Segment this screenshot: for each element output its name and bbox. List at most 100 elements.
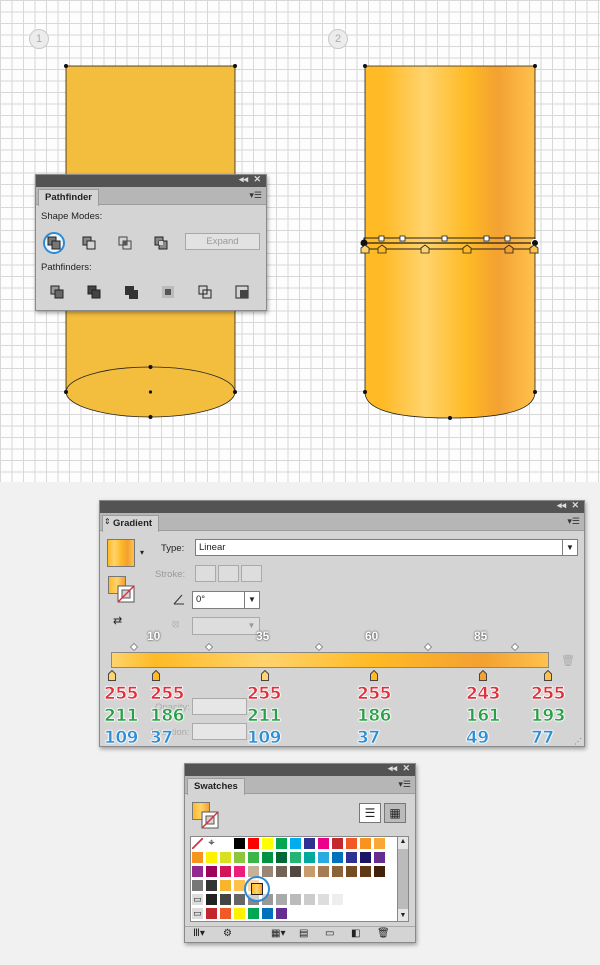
swatch-cell[interactable] (205, 865, 218, 878)
expand-button[interactable]: Expand (185, 233, 260, 250)
show-kinds-icon[interactable]: ⚙ (223, 928, 232, 939)
swatch-cell[interactable] (331, 851, 344, 864)
midpoint-diamond[interactable] (423, 642, 433, 652)
exclude-icon[interactable] (152, 234, 170, 252)
grid-view-icon[interactable]: ▦ (384, 803, 406, 823)
chevron-down-icon[interactable]: ▼ (244, 592, 259, 608)
swatch-cell[interactable] (247, 837, 260, 850)
swatches-titlebar[interactable]: ◂◂ ✕ (185, 763, 415, 776)
swatch-cell[interactable] (289, 851, 302, 864)
swatch-cell[interactable] (317, 837, 330, 850)
swatch-cell[interactable] (275, 851, 288, 864)
swatch-cell[interactable] (345, 837, 358, 850)
swatch-cell[interactable] (205, 851, 218, 864)
location-input[interactable] (192, 723, 247, 740)
gradient-slider-bar[interactable] (111, 652, 549, 668)
type-select[interactable]: Linear ▼ (195, 539, 578, 556)
crop-icon[interactable] (159, 283, 177, 301)
list-view-icon[interactable]: ☰ (359, 803, 381, 823)
gradient-titlebar[interactable]: ◂◂ ✕ (100, 500, 584, 513)
trim-icon[interactable] (85, 283, 103, 301)
gradient-preview-swatch[interactable] (107, 539, 135, 567)
selected-gradient-swatch[interactable] (251, 883, 263, 895)
swatch-cell[interactable] (233, 907, 246, 920)
swatch-cell[interactable] (303, 851, 316, 864)
swatch-cell[interactable] (247, 907, 260, 920)
swatch-cell[interactable] (359, 851, 372, 864)
swatch-cell[interactable] (317, 851, 330, 864)
swatch-grid[interactable]: ⌖ ▭ ▭ (190, 836, 398, 922)
trash-icon[interactable]: 🗑 (561, 654, 575, 667)
swatch-cell[interactable] (205, 893, 218, 906)
color-stop-1[interactable] (108, 670, 116, 681)
midpoint-diamond[interactable] (129, 642, 139, 652)
color-stop-3[interactable] (261, 670, 269, 681)
close-icon[interactable]: ✕ (571, 500, 579, 511)
swatch-cell[interactable] (345, 865, 358, 878)
swatch-cell[interactable] (219, 893, 232, 906)
panel-menu-icon[interactable]: ▾☰ (567, 516, 580, 527)
angle-input[interactable]: 0° ▼ (192, 591, 260, 609)
swatch-cell[interactable] (317, 865, 330, 878)
stroke-none-icon[interactable] (201, 811, 219, 829)
swatch-cell[interactable] (261, 907, 274, 920)
swatch-cell[interactable] (331, 893, 344, 906)
swatch-cell[interactable] (289, 865, 302, 878)
swatch-cell[interactable] (289, 837, 302, 850)
swatch-cell[interactable] (331, 837, 344, 850)
gradient-menu-arrow-icon[interactable]: ▾ (140, 548, 144, 557)
swatch-cell[interactable] (233, 865, 246, 878)
swatch-cell[interactable] (247, 851, 260, 864)
intersect-icon[interactable] (116, 234, 134, 252)
stroke-none-icon[interactable] (117, 585, 135, 603)
swatch-cell[interactable] (317, 893, 330, 906)
tab-pathfinder[interactable]: Pathfinder (38, 189, 99, 206)
swatch-cell[interactable] (205, 879, 218, 892)
swatch-cell[interactable] (191, 879, 204, 892)
divide-icon[interactable] (48, 283, 66, 301)
swatch-cell[interactable] (233, 893, 246, 906)
stroke-gradient-buttons[interactable] (195, 565, 263, 583)
swatch-cell[interactable] (359, 837, 372, 850)
new-swatch-icon[interactable]: ◧ (351, 928, 360, 939)
swatch-cell[interactable] (233, 837, 246, 850)
reverse-gradient-icon[interactable]: ⇄ (113, 614, 122, 627)
swatch-scrollbar[interactable]: ▲ ▼ (397, 836, 409, 922)
swatch-cell[interactable] (261, 851, 274, 864)
swatch-cell[interactable] (359, 865, 372, 878)
panel-menu-icon[interactable]: ▾☰ (398, 779, 411, 790)
outline-icon[interactable] (196, 283, 214, 301)
swatch-cell[interactable] (219, 851, 232, 864)
panel-menu-icon[interactable]: ▾☰ (249, 190, 262, 201)
minus-front-icon[interactable] (80, 234, 98, 252)
swatch-cell[interactable] (275, 893, 288, 906)
swatch-cell[interactable] (345, 851, 358, 864)
cylinder-shape-2[interactable] (363, 64, 537, 420)
aspect-ratio-input[interactable]: ▼ (192, 617, 260, 635)
folder-icon[interactable]: ▭ (325, 928, 334, 939)
swatch-cell[interactable] (303, 893, 316, 906)
color-stop-5[interactable] (479, 670, 487, 681)
tab-swatches[interactable]: Swatches (187, 778, 245, 795)
swatch-cell[interactable] (219, 907, 232, 920)
swatch-cell[interactable] (303, 865, 316, 878)
swatch-cell[interactable] (219, 837, 232, 850)
swatch-cell[interactable] (191, 837, 204, 850)
panel-titlebar[interactable]: ◂◂ ✕ (36, 174, 266, 187)
swatch-cell[interactable] (373, 865, 386, 878)
swatch-cell[interactable] (205, 907, 218, 920)
close-icon[interactable]: ✕ (253, 174, 261, 185)
opacity-input[interactable] (192, 698, 247, 715)
swatch-options-icon[interactable]: ▦▾ (271, 928, 285, 939)
new-color-group-icon[interactable]: ▤ (299, 928, 308, 939)
swatch-cell[interactable] (219, 865, 232, 878)
swatch-cell[interactable] (373, 837, 386, 850)
color-stop-6[interactable] (544, 670, 552, 681)
library-menu-icon[interactable]: Ⅲ▾ (193, 928, 205, 939)
swatch-cell[interactable] (261, 837, 274, 850)
collapse-icon[interactable]: ◂◂ (388, 763, 397, 774)
midpoint-diamond[interactable] (510, 642, 520, 652)
swatch-cell[interactable] (261, 865, 274, 878)
folder-icon[interactable]: ▭ (191, 907, 204, 920)
swatch-cell[interactable]: ⌖ (205, 837, 218, 850)
